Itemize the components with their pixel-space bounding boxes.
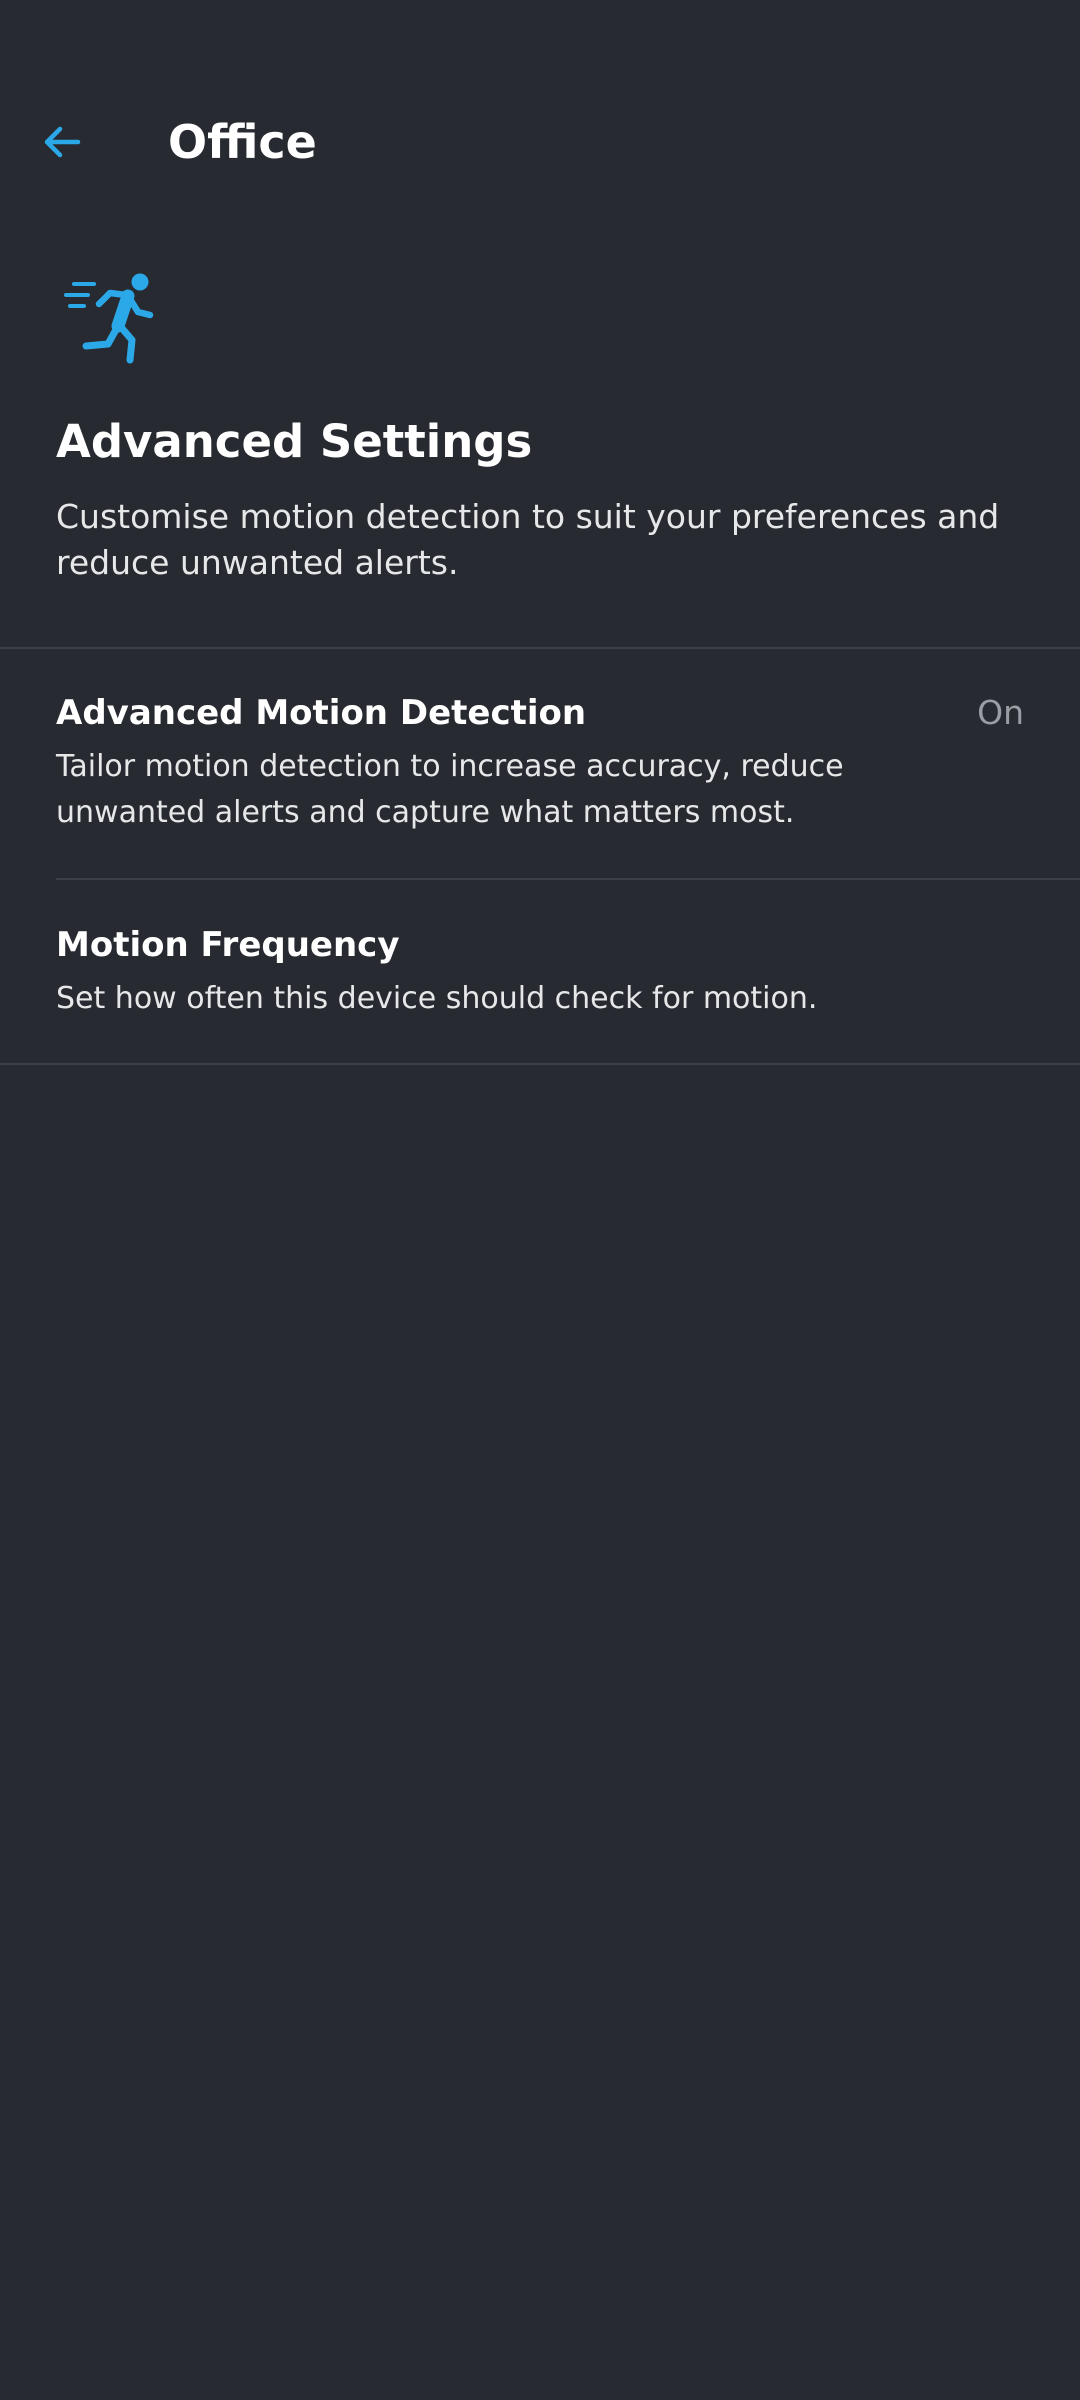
setting-value: On	[977, 693, 1024, 732]
back-button[interactable]	[30, 112, 94, 172]
setting-description: Tailor motion detection to increase accu…	[56, 749, 844, 830]
page-title: Office	[168, 115, 317, 169]
arrow-left-icon	[44, 126, 81, 158]
setting-title: Advanced Motion Detection	[56, 693, 587, 733]
motion-frequency-row[interactable]: Motion Frequency Set how often this devi…	[0, 880, 1080, 1063]
running-person-motion-icon	[60, 268, 160, 368]
divider	[0, 1063, 1080, 1065]
setting-description: Set how often this device should check f…	[56, 981, 818, 1016]
advanced-motion-detection-row[interactable]: Advanced Motion Detection On Tailor moti…	[0, 648, 1080, 878]
section-description: Customise motion detection to suit your …	[56, 497, 1000, 582]
app-bar: Office	[0, 100, 1080, 184]
section-title: Advanced Settings	[56, 415, 533, 468]
setting-title: Motion Frequency	[56, 925, 400, 965]
